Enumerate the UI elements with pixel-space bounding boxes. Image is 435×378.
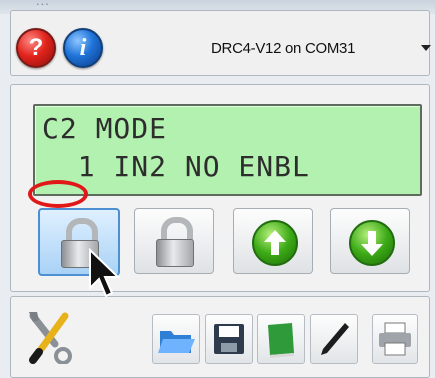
info-icon: i — [79, 34, 87, 61]
highlight-circle-annotation — [28, 180, 88, 208]
settings-icon[interactable] — [25, 308, 73, 364]
pen-icon — [321, 323, 349, 355]
mouse-cursor-icon — [89, 248, 121, 298]
book-button[interactable] — [257, 314, 305, 364]
printer-icon — [379, 322, 411, 356]
up-arrow-icon — [252, 220, 298, 266]
up-button[interactable] — [233, 208, 313, 274]
help-icon: ? — [28, 34, 44, 61]
open-folder-button[interactable] — [152, 314, 200, 364]
down-arrow-icon — [349, 220, 395, 266]
info-button[interactable]: i — [63, 28, 103, 68]
chevron-down-icon[interactable] — [421, 45, 431, 51]
save-button[interactable] — [205, 314, 253, 364]
lcd-line-1: C2 MODE — [42, 112, 168, 145]
padlock-icon — [156, 217, 194, 267]
device-select-value: DRC4-V12 on COM31 — [211, 39, 356, 57]
down-button[interactable] — [330, 208, 410, 274]
lcd-display: C2 MODE 1 IN2 NO ENBL — [33, 104, 422, 196]
window-title-fragment: ... — [36, 0, 50, 8]
open-folder-icon — [158, 331, 195, 353]
book-icon — [268, 323, 294, 358]
device-select[interactable]: DRC4-V12 on COM31 — [200, 33, 435, 63]
lock-button-2[interactable] — [134, 208, 214, 274]
help-button[interactable]: ? — [16, 28, 56, 68]
print-button[interactable] — [372, 314, 418, 364]
save-icon — [214, 324, 244, 354]
pen-button[interactable] — [310, 314, 358, 364]
lcd-line-2: 1 IN2 NO ENBL — [42, 150, 310, 183]
